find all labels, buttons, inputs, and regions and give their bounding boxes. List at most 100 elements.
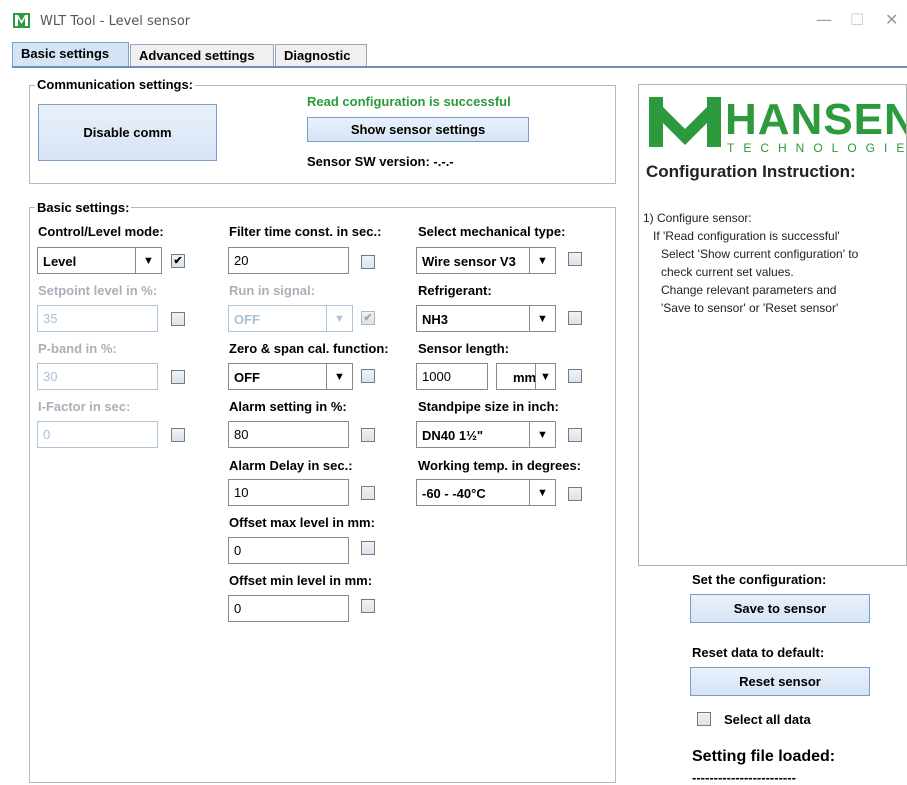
working-temp-select[interactable]: -60 - -40°C ▼ xyxy=(416,479,556,506)
instruction-line: Change relevant parameters and xyxy=(661,283,837,297)
offset-max-input[interactable]: 0 xyxy=(228,537,349,564)
instruction-line: 1) Configure sensor: xyxy=(643,211,752,225)
instruction-text: 1) Configure sensor: If 'Read configurat… xyxy=(643,209,858,317)
hansen-logo-mark xyxy=(649,97,721,147)
communication-settings-title: Communication settings: xyxy=(35,77,196,92)
reset-sensor-button[interactable]: Reset sensor xyxy=(690,667,870,696)
chevron-down-icon: ▼ xyxy=(326,306,352,331)
title-bar: WLT Tool - Level sensor — ☐ ✕ xyxy=(0,0,907,40)
save-to-sensor-button[interactable]: Save to sensor xyxy=(690,594,870,623)
ifactor-input[interactable]: 0 xyxy=(37,421,158,448)
sensor-length-unit-value: mm xyxy=(513,370,537,385)
minimize-icon[interactable]: — xyxy=(816,10,832,29)
sensor-length-label: Sensor length: xyxy=(418,341,510,356)
control-mode-checkbox[interactable]: ✔ xyxy=(171,254,185,268)
offset-max-checkbox[interactable] xyxy=(361,541,375,555)
sensor-length-input[interactable]: 1000 xyxy=(416,363,488,390)
run-signal-value: OFF xyxy=(234,312,260,327)
mechanical-type-select[interactable]: Wire sensor V3 ▼ xyxy=(416,247,556,274)
setpoint-input[interactable]: 35 xyxy=(37,305,158,332)
tab-advanced-settings[interactable]: Advanced settings xyxy=(130,44,274,66)
window-title: WLT Tool - Level sensor xyxy=(40,14,191,29)
instruction-line: If 'Read configuration is successful' xyxy=(653,229,840,243)
chevron-down-icon: ▼ xyxy=(529,480,555,505)
instruction-line: check current set values. xyxy=(661,265,794,279)
run-signal-checkbox[interactable]: ✔ xyxy=(361,311,375,325)
reset-data-label: Reset data to default: xyxy=(692,645,825,660)
chevron-down-icon: ▼ xyxy=(529,306,555,331)
filter-time-checkbox[interactable] xyxy=(361,255,375,269)
mechanical-type-label: Select mechanical type: xyxy=(418,224,566,239)
zero-span-label: Zero & span cal. function: xyxy=(229,341,389,356)
configuration-instruction-heading: Configuration Instruction: xyxy=(646,162,856,181)
chevron-down-icon: ▼ xyxy=(135,248,161,273)
set-configuration-label: Set the configuration: xyxy=(692,572,827,587)
offset-min-input[interactable]: 0 xyxy=(228,595,349,622)
tab-diagnostic[interactable]: Diagnostic xyxy=(275,44,367,66)
setpoint-label: Setpoint level in %: xyxy=(38,283,158,298)
instruction-line: Select 'Show current configuration' to xyxy=(661,247,859,261)
offset-max-label: Offset max level in mm: xyxy=(229,515,375,530)
alarm-delay-input[interactable]: 10 xyxy=(228,479,349,506)
control-mode-value: Level xyxy=(43,254,77,269)
filter-time-label: Filter time const. in sec.: xyxy=(229,224,382,239)
run-signal-select[interactable]: OFF ▼ xyxy=(228,305,353,332)
alarm-setting-checkbox[interactable] xyxy=(361,428,375,442)
disable-comm-button[interactable]: Disable comm xyxy=(38,104,217,161)
standpipe-label: Standpipe size in inch: xyxy=(418,399,559,414)
filter-time-input[interactable]: 20 xyxy=(228,247,349,274)
basic-settings-title: Basic settings: xyxy=(35,200,132,215)
app-logo-icon xyxy=(13,13,30,28)
zero-span-select[interactable]: OFF ▼ xyxy=(228,363,353,390)
control-mode-select[interactable]: Level ▼ xyxy=(37,247,162,274)
sensor-length-checkbox[interactable] xyxy=(568,369,582,383)
refrigerant-value: NH3 xyxy=(422,312,449,327)
chevron-down-icon: ▼ xyxy=(326,364,352,389)
alarm-setting-input[interactable]: 80 xyxy=(228,421,349,448)
setpoint-checkbox[interactable] xyxy=(171,312,185,326)
zero-span-checkbox[interactable] xyxy=(361,369,375,383)
standpipe-checkbox[interactable] xyxy=(568,428,582,442)
chevron-down-icon: ▼ xyxy=(535,364,555,389)
refrigerant-label: Refrigerant: xyxy=(418,283,492,298)
control-mode-label: Control/Level mode: xyxy=(38,224,164,239)
configuration-instruction-panel: HANSEN TECHNOLOGIE Configuration Instruc… xyxy=(638,84,907,566)
working-temp-checkbox[interactable] xyxy=(568,487,582,501)
alarm-delay-checkbox[interactable] xyxy=(361,486,375,500)
hansen-logo-subtitle: TECHNOLOGIE xyxy=(727,141,907,155)
maximize-icon[interactable]: ☐ xyxy=(850,10,864,29)
close-icon[interactable]: ✕ xyxy=(885,10,898,29)
pband-checkbox[interactable] xyxy=(171,370,185,384)
tab-underline xyxy=(12,66,907,68)
hansen-logo: HANSEN xyxy=(725,95,907,144)
ifactor-label: I-Factor in sec: xyxy=(38,399,131,414)
standpipe-select[interactable]: DN40 1½" ▼ xyxy=(416,421,556,448)
read-status-text: Read configuration is successful xyxy=(307,94,511,109)
refrigerant-checkbox[interactable] xyxy=(568,311,582,325)
setting-file-loaded-label: Setting file loaded: xyxy=(692,748,836,765)
tab-basic-settings[interactable]: Basic settings xyxy=(12,42,129,67)
mechanical-type-checkbox[interactable] xyxy=(568,252,582,266)
sensor-length-unit-select[interactable]: mm ▼ xyxy=(496,363,556,390)
standpipe-value: DN40 1½" xyxy=(422,428,484,443)
instruction-line: 'Save to sensor' or 'Reset sensor' xyxy=(661,301,839,315)
run-signal-label: Run in signal: xyxy=(229,283,315,298)
alarm-delay-label: Alarm Delay in sec.: xyxy=(229,458,353,473)
select-all-label: Select all data xyxy=(724,712,811,727)
refrigerant-select[interactable]: NH3 ▼ xyxy=(416,305,556,332)
offset-min-checkbox[interactable] xyxy=(361,599,375,613)
mechanical-type-value: Wire sensor V3 xyxy=(422,254,516,269)
ifactor-checkbox[interactable] xyxy=(171,428,185,442)
chevron-down-icon: ▼ xyxy=(529,248,555,273)
working-temp-label: Working temp. in degrees: xyxy=(418,458,582,473)
chevron-down-icon: ▼ xyxy=(529,422,555,447)
alarm-setting-label: Alarm setting in %: xyxy=(229,399,347,414)
offset-min-label: Offset min level in mm: xyxy=(229,573,373,588)
sensor-sw-version: Sensor SW version: -.-.- xyxy=(307,154,454,169)
select-all-checkbox[interactable] xyxy=(697,712,711,726)
show-sensor-settings-button[interactable]: Show sensor settings xyxy=(307,117,529,142)
setting-file-name: ------------------------ xyxy=(692,770,796,785)
working-temp-value: -60 - -40°C xyxy=(422,486,486,501)
pband-input[interactable]: 30 xyxy=(37,363,158,390)
zero-span-value: OFF xyxy=(234,370,260,385)
